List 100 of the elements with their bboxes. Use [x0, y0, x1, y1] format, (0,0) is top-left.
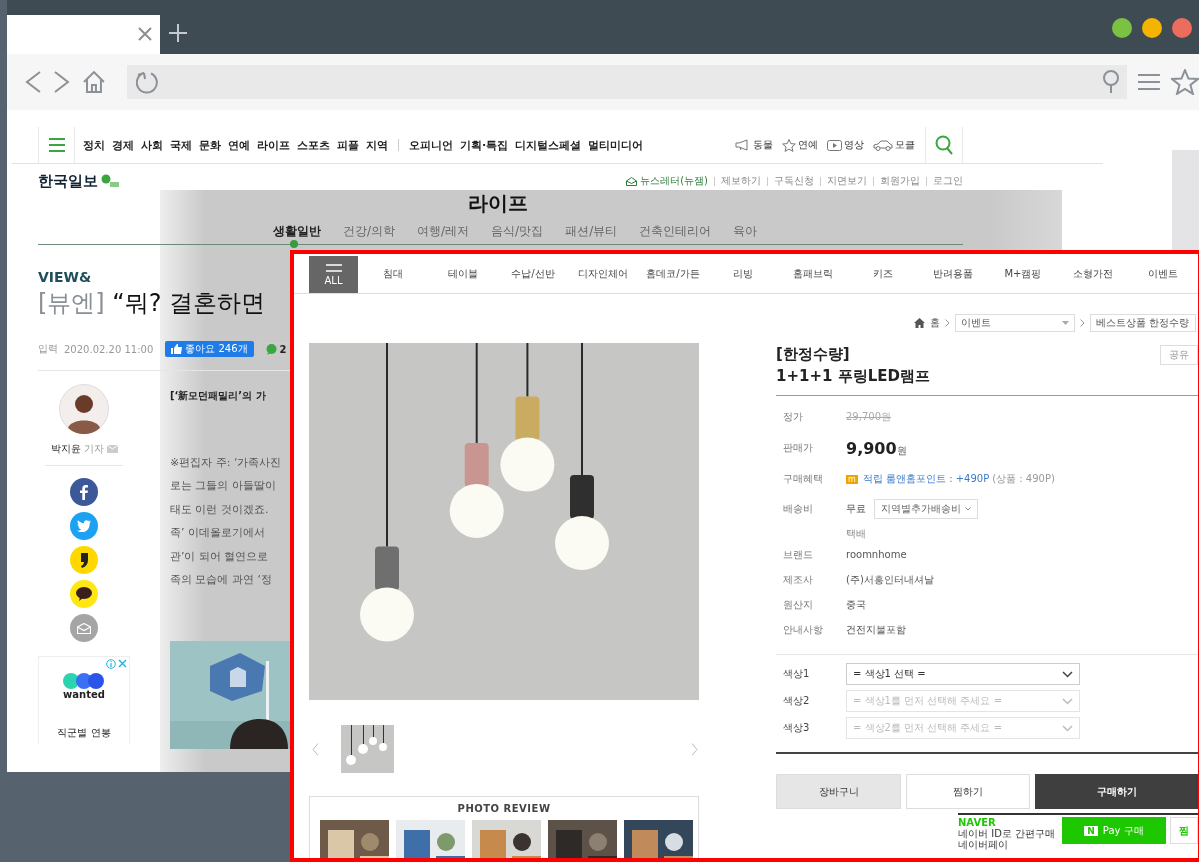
search-icon[interactable] — [1101, 70, 1122, 94]
back-icon[interactable] — [24, 70, 42, 94]
header-link[interactable]: 회원가입 — [880, 174, 920, 188]
section-tab[interactable]: 육아 — [733, 223, 758, 240]
section-tab[interactable]: 음식/맛집 — [491, 223, 544, 240]
header-link[interactable]: 뉴스레터(뉴잼) — [626, 174, 708, 188]
chevron-right-icon[interactable] — [691, 742, 698, 756]
window-control-dot[interactable] — [1142, 18, 1162, 38]
kakao-share-button[interactable] — [70, 546, 98, 574]
star-icon[interactable] — [1171, 69, 1199, 95]
quick-link[interactable]: 연예 — [782, 138, 818, 152]
article-text-line: ※편집자 주: ‘가족사진 — [170, 455, 282, 471]
field-label: 제조사 — [783, 572, 814, 587]
shipping-dropdown[interactable]: 지역별추가배송비 — [874, 499, 978, 519]
shipping-method: 택배 — [846, 527, 867, 541]
nav-link[interactable]: 기획·특집 — [460, 137, 509, 153]
nav-link[interactable]: 정치 — [83, 137, 105, 153]
category-link[interactable]: 디자인체어 — [568, 254, 638, 293]
header-link[interactable]: 제보하기 — [721, 174, 761, 188]
quick-link[interactable]: 영상 — [827, 138, 864, 152]
nav-link[interactable]: 라이프 — [257, 137, 290, 153]
article-text-line: 관’이 되어 혈연으로 — [170, 548, 269, 565]
nav-link[interactable]: 오피니언 — [409, 137, 453, 153]
date-label: 입력 — [38, 342, 58, 356]
field-value: 건전지불포함 — [846, 622, 906, 637]
menu-icon — [48, 138, 65, 152]
nav-link[interactable]: 경제 — [112, 137, 134, 153]
category-link[interactable]: 홈패브릭 — [778, 254, 848, 293]
breadcrumb-dropdown[interactable]: 베스트상품 한정수량 — [1090, 314, 1196, 332]
category-link[interactable]: 리빙 — [708, 254, 778, 293]
category-link[interactable]: 이벤트 — [1128, 254, 1198, 293]
address-field[interactable] — [126, 65, 1128, 99]
article-category[interactable]: VIEW& — [38, 269, 92, 285]
category-link[interactable]: 수납/선반 — [498, 254, 568, 293]
category-link[interactable]: 키즈 — [848, 254, 918, 293]
wishlist-button[interactable]: 찜하기 — [906, 774, 1030, 809]
twitter-share-button[interactable] — [70, 512, 98, 540]
buy-button[interactable]: 구매하기 — [1035, 774, 1198, 809]
category-link[interactable]: 반려용품 — [918, 254, 988, 293]
points-text[interactable]: 적립 룸앤홈포인트 : +490P — [862, 472, 990, 486]
section-tab[interactable]: 건축인테리어 — [639, 223, 712, 240]
category-link[interactable]: 소형가전 — [1058, 254, 1128, 293]
kakao-share-button[interactable] — [70, 580, 98, 608]
field-value: roomnhome — [846, 549, 907, 560]
option-dropdown[interactable]: = 색상1 선택 = — [846, 663, 1080, 685]
cart-button[interactable]: 장바구니 — [776, 774, 901, 809]
star-icon — [782, 138, 796, 152]
nav-link[interactable]: 스포츠 — [297, 137, 330, 153]
envelope-icon — [626, 176, 638, 186]
category-link[interactable]: 홈데코/가든 — [638, 254, 708, 293]
nav-link[interactable]: 연예 — [228, 137, 250, 153]
forward-icon[interactable] — [52, 70, 71, 94]
nav-link[interactable]: 디지털스페셜 — [515, 137, 582, 153]
mail-share-button[interactable] — [70, 614, 98, 642]
window-control-dot[interactable] — [1112, 18, 1132, 38]
window-control-dot[interactable] — [1172, 18, 1192, 38]
section-heading: PHOTO REVIEW — [456, 803, 552, 814]
author-role: 기자 — [83, 442, 104, 456]
chevron-left-icon[interactable] — [312, 742, 319, 756]
facebook-share-button[interactable] — [70, 478, 98, 506]
section-tab[interactable]: 패션/뷰티 — [565, 223, 618, 240]
ad-brand: wanted — [63, 689, 105, 700]
nav-link[interactable]: 국제 — [170, 137, 192, 153]
field-label: 안내사항 — [783, 622, 824, 637]
category-link[interactable]: 침대 — [358, 254, 428, 293]
new-tab-icon[interactable] — [169, 24, 187, 42]
like-button[interactable]: 좋아요 246개 — [165, 341, 254, 357]
option-label: 색상3 — [783, 721, 811, 735]
section-tab[interactable]: 여행/레저 — [417, 223, 470, 240]
article-text-line: 족’ 이데올로기에서 — [170, 525, 265, 542]
site-logo[interactable]: 한국일보 — [38, 171, 98, 191]
option-label: 색상2 — [783, 694, 811, 708]
info-icon[interactable] — [106, 659, 116, 669]
article-subtitle: [‘新모던패밀리’의 가 — [170, 389, 266, 403]
section-tab[interactable]: 생활일반 — [273, 223, 321, 240]
nav-link[interactable]: 멀티미디어 — [588, 137, 644, 153]
category-link[interactable]: M+캠핑 — [988, 254, 1058, 293]
reload-icon[interactable] — [135, 69, 160, 95]
header-link[interactable]: 로그인 — [933, 174, 963, 188]
all-categories-button[interactable]: ALL — [309, 256, 358, 293]
nav-link[interactable]: 문화 — [199, 137, 221, 153]
author-name[interactable]: 박지윤 — [50, 442, 81, 456]
nav-link[interactable]: 사회 — [141, 137, 163, 153]
close-icon[interactable] — [118, 659, 127, 668]
close-icon[interactable] — [138, 27, 152, 41]
nav-link[interactable]: 지역 — [366, 137, 388, 153]
breadcrumb-link[interactable]: 홈 — [930, 316, 940, 330]
ad-banner[interactable]: wanted 직군별 연봉 — [38, 656, 130, 744]
category-link[interactable]: 테이블 — [428, 254, 498, 293]
nav-link[interactable]: 피플 — [337, 137, 359, 153]
field-label: 배송비 — [783, 502, 814, 516]
section-tab[interactable]: 건강/의학 — [343, 223, 396, 240]
quick-link[interactable]: 모클 — [873, 138, 915, 152]
mail-icon[interactable] — [106, 445, 118, 453]
menu-icon[interactable] — [1138, 73, 1161, 91]
header-link[interactable]: 지면보기 — [827, 174, 867, 188]
home-icon[interactable] — [914, 318, 925, 328]
quick-link[interactable]: 동물 — [735, 138, 773, 152]
breadcrumb-dropdown[interactable]: 이벤트 — [955, 314, 1075, 332]
header-link[interactable]: 구독신청 — [774, 174, 814, 188]
